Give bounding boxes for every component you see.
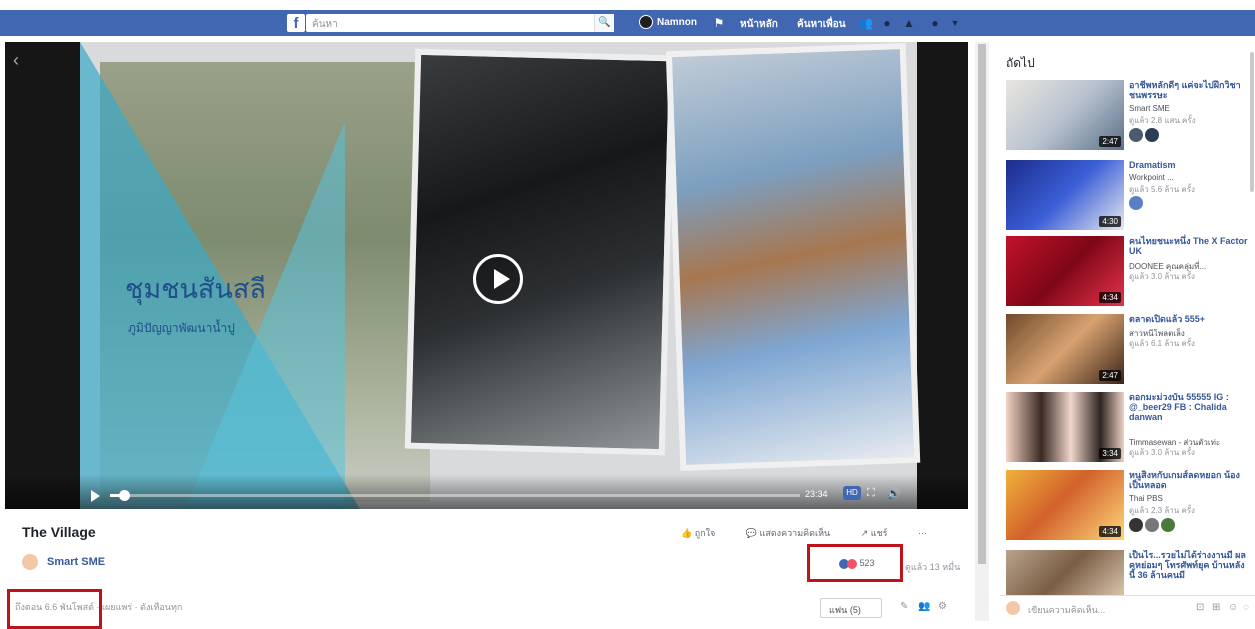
friends-icon[interactable]: 👥 bbox=[858, 16, 873, 30]
blue-header: f ค้นหา 🔍 Namnon ⚑ หน้าหลัก ค้นหาเพื่อน … bbox=[0, 10, 1255, 36]
up-next-item[interactable]: 4:34 หนูสิงหกับเกมส์ลดหยอก น้องเป็นหลอด … bbox=[1006, 470, 1251, 543]
sort-dropdown[interactable]: แฟน (5) bbox=[820, 598, 882, 618]
friend-avatars bbox=[1129, 196, 1145, 213]
video-thumbnail[interactable]: 4:34 bbox=[1006, 236, 1124, 306]
search-icon[interactable]: 🔍 bbox=[594, 14, 614, 32]
settings-icon[interactable]: ⚙ bbox=[938, 601, 947, 612]
fullscreen-icon[interactable]: ⛶ bbox=[867, 487, 875, 500]
page-scrollbar-thumb[interactable] bbox=[978, 44, 986, 564]
video-page[interactable]: Thai PBS bbox=[1129, 494, 1163, 503]
share-button[interactable]: ↗ แชร์ bbox=[861, 528, 902, 538]
up-next-item[interactable]: 4:34 คนไทยชนะหนึ่ง The X Factor UK DOONE… bbox=[1006, 236, 1251, 309]
video-title-link[interactable]: Dramatism bbox=[1129, 160, 1249, 170]
video-views: ดูแล้ว 3.0 ล้าน ครั้ง bbox=[1129, 448, 1195, 457]
people-icon[interactable]: 👥 bbox=[918, 601, 930, 612]
video-title: The Village bbox=[22, 524, 96, 540]
edit-icon[interactable]: ✎ bbox=[900, 601, 908, 612]
up-next-item[interactable]: 3:34 ดอกมะม่วงบัน 55555 IG : @_beer29 FB… bbox=[1006, 392, 1251, 465]
video-overlay-title: ชุมชนสันสลี bbox=[125, 274, 266, 305]
video-title-link[interactable]: คนไทยชนะหนึ่ง The X Factor UK bbox=[1129, 236, 1249, 256]
video-panel-crabs bbox=[665, 42, 921, 472]
video-thumbnail[interactable]: 2:47 bbox=[1006, 80, 1124, 150]
video-graphic-triangle-2 bbox=[185, 122, 345, 509]
progress-knob[interactable] bbox=[118, 490, 130, 501]
facebook-logo-icon[interactable]: f bbox=[287, 14, 305, 32]
help-icon[interactable]: ● bbox=[928, 16, 942, 30]
action-bar: 👍 ถูกใจ 💬 แสดงความคิดเห็น ↗ แชร์ ··· bbox=[681, 526, 941, 540]
commenter-avatar bbox=[1006, 601, 1020, 615]
volume-icon[interactable]: 🔊 bbox=[887, 487, 901, 500]
sticker-icon[interactable]: ◌ bbox=[1243, 602, 1249, 613]
highlight-box-meta bbox=[7, 589, 102, 629]
video-time: 23:34 bbox=[805, 489, 828, 499]
video-views: ดูแล้ว 3.0 ล้าน ครั้ง bbox=[1129, 272, 1195, 281]
friend-avatars bbox=[1129, 128, 1161, 145]
video-title-link[interactable]: หนูสิงหกับเกมส์ลดหยอก น้องเป็นหลอด bbox=[1129, 470, 1249, 490]
comment-button[interactable]: 💬 แสดงความคิดเห็น bbox=[746, 528, 844, 538]
camera-icon[interactable]: ⊡ bbox=[1196, 602, 1204, 613]
messenger-icon[interactable]: ● bbox=[880, 16, 894, 30]
video-views: ดูแล้ว 2.3 ล้าน ครั้ง bbox=[1129, 506, 1195, 515]
play-icon[interactable] bbox=[91, 490, 100, 502]
video-views: ดูแล้ว 2.8 แสน ครั้ง bbox=[1129, 116, 1196, 125]
video-player[interactable]: ‹ ชุมชนสันสลี ภูมิปัญญาพัฒนาน้ำปู 23:34 … bbox=[5, 42, 968, 509]
up-next-item[interactable]: 4:30 Dramatism Workpoint ... ดูแล้ว 5.6 … bbox=[1006, 160, 1251, 233]
video-thumbnail[interactable]: 2:47 bbox=[1006, 314, 1124, 384]
top-navigation-bar: f ค้นหา 🔍 Namnon ⚑ หน้าหลัก ค้นหาเพื่อน … bbox=[0, 0, 1255, 42]
video-thumbnail[interactable]: 4:30 bbox=[1006, 160, 1124, 230]
up-next-header: ถัดไป bbox=[1006, 56, 1035, 70]
video-page[interactable]: Smart SME bbox=[1129, 104, 1170, 113]
profile-link[interactable]: Namnon bbox=[657, 17, 697, 28]
video-overlay-subtitle: ภูมิปัญญาพัฒนาน้ำปู bbox=[128, 321, 235, 335]
up-next-sidebar: ถัดไป 2:47 อาชีพหลักดีๆ แค่จะไปฝึกวิชาชน… bbox=[1000, 42, 1255, 595]
emoji-icon[interactable]: ☺ bbox=[1228, 602, 1238, 613]
video-title-link[interactable]: เป็นไร...รวยไม่ได้ร่างงานมี ผลคหย่อมๆ โท… bbox=[1129, 550, 1249, 580]
view-count: ดูแล้ว 13 หมื่น bbox=[905, 562, 961, 572]
video-title-link[interactable]: ดอกมะม่วงบัน 55555 IG : @_beer29 FB : Ch… bbox=[1129, 392, 1249, 422]
friend-avatars bbox=[1129, 518, 1177, 535]
comment-bar: เขียนความคิดเห็น... ⊡ ⊞ ☺ ◌ bbox=[1000, 595, 1255, 621]
highlight-box-reactions bbox=[807, 544, 903, 582]
play-button-icon[interactable] bbox=[473, 254, 523, 304]
page-avatar[interactable] bbox=[22, 554, 38, 570]
comment-input[interactable]: เขียนความคิดเห็น... bbox=[1024, 600, 1144, 618]
video-views: ดูแล้ว 6.1 ล้าน ครั้ง bbox=[1129, 339, 1195, 348]
menu-icon[interactable]: ▼ bbox=[948, 16, 962, 30]
up-next-item[interactable]: 2:47 อาชีพหลักดีๆ แค่จะไปฝึกวิชาชนพรรษะ … bbox=[1006, 80, 1251, 153]
profile-avatar[interactable] bbox=[639, 15, 653, 29]
sidebar-scrollbar[interactable] bbox=[1250, 52, 1254, 192]
video-panel-water bbox=[404, 48, 676, 456]
video-views: ดูแล้ว 5.6 ล้าน ครั้ง bbox=[1129, 185, 1195, 194]
video-title-link[interactable]: ตลาดเปิดแล้ว 555+ bbox=[1129, 314, 1249, 324]
video-title-link[interactable]: อาชีพหลักดีๆ แค่จะไปฝึกวิชาชนพรรษะ bbox=[1129, 80, 1249, 100]
page-name-link[interactable]: Smart SME bbox=[47, 556, 105, 568]
more-options-icon[interactable]: ··· bbox=[918, 528, 927, 538]
notifications-icon[interactable]: ▲ bbox=[902, 16, 916, 30]
video-thumbnail[interactable] bbox=[1006, 550, 1124, 595]
video-thumbnail[interactable]: 4:34 bbox=[1006, 470, 1124, 540]
comment-tools: แฟน (5) ✎ 👥 ⚙ bbox=[820, 596, 970, 621]
video-page[interactable]: Workpoint ... bbox=[1129, 173, 1174, 182]
back-arrow-icon[interactable]: ‹ bbox=[13, 50, 19, 71]
search-input[interactable]: ค้นหา bbox=[306, 14, 614, 32]
up-next-item[interactable]: เป็นไร...รวยไม่ได้ร่างงานมี ผลคหย่อมๆ โท… bbox=[1006, 550, 1251, 595]
like-button[interactable]: 👍 ถูกใจ bbox=[681, 528, 729, 538]
hd-icon[interactable]: HD bbox=[843, 486, 861, 500]
home-link[interactable]: หน้าหลัก bbox=[740, 17, 778, 32]
video-controls: 23:34 HD ⛶ 🔊 bbox=[5, 474, 968, 509]
up-next-item[interactable]: 2:47 ตลาดเปิดแล้ว 555+ สาวหนีโพลตเล็ง ดู… bbox=[1006, 314, 1251, 387]
video-thumbnail[interactable]: 3:34 bbox=[1006, 392, 1124, 462]
find-friends-link[interactable]: ค้นหาเพื่อน bbox=[797, 17, 846, 32]
flag-icon: ⚑ bbox=[713, 16, 725, 30]
gif-icon[interactable]: ⊞ bbox=[1212, 602, 1220, 613]
progress-bar[interactable] bbox=[110, 490, 800, 501]
